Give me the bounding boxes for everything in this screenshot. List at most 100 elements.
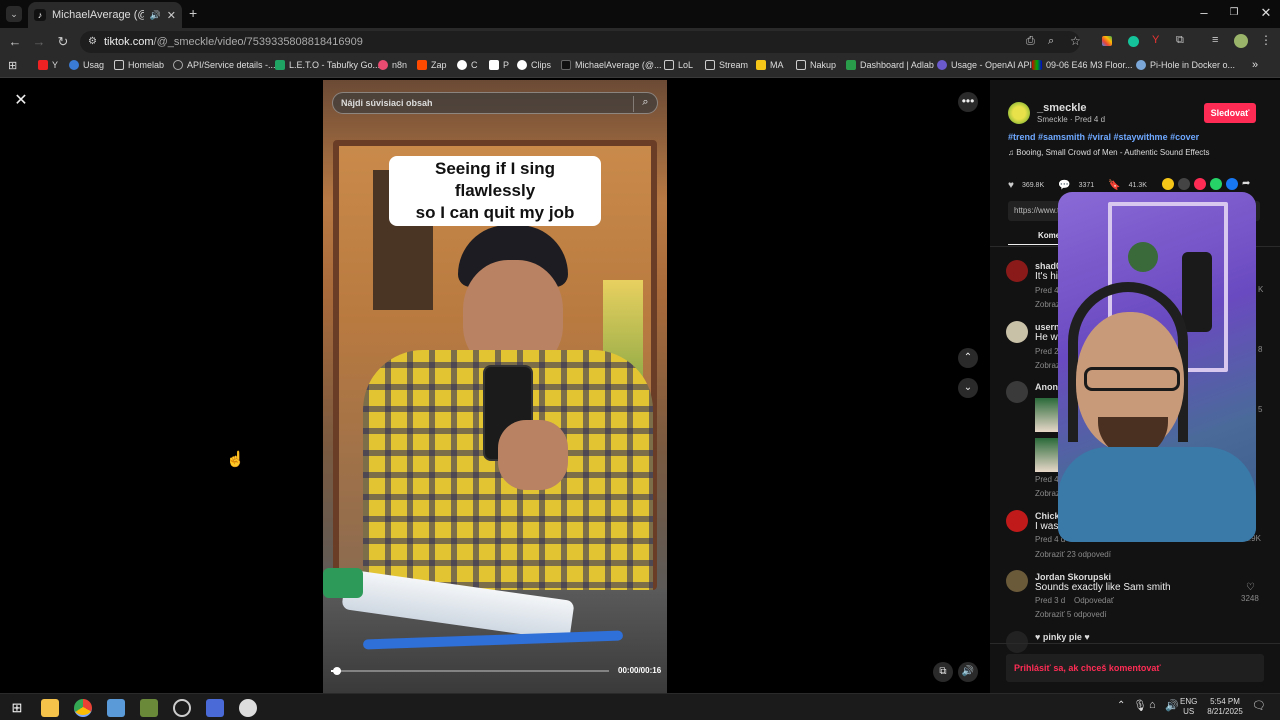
video-progress-knob[interactable] [332,667,341,675]
speaker-icon[interactable]: 🔊 [150,10,161,21]
app-icon[interactable] [173,699,191,717]
new-tab-button[interactable]: + [189,5,197,21]
install-icon[interactable]: ⎙ [1026,35,1035,48]
bookmark-leto[interactable]: L.E.T.O - Tabuľky Go... [275,60,380,70]
app-icon[interactable] [107,699,125,717]
share-arrow-icon[interactable]: ➦ [1242,178,1250,190]
view-replies[interactable]: Zobraz [1035,300,1060,309]
close-window-button[interactable]: ✕ [1256,5,1276,21]
app-icon[interactable] [140,699,158,717]
bookmark-clips[interactable]: Clips [517,60,551,70]
profile-avatar[interactable] [1234,34,1248,48]
like-heart-icon[interactable]: ♡ [1246,582,1255,593]
url-field[interactable]: ⚙ tiktok.com /@_smeckle/video/7539335808… [80,31,1081,53]
hashtags[interactable]: #trend #samsmith #viral #staywithme #cov… [1008,132,1199,142]
tray-chevron-icon[interactable]: ⌃ [1117,700,1125,711]
next-video-button[interactable]: ⌄ [958,378,978,398]
facebook-icon[interactable] [1226,178,1238,190]
view-replies[interactable]: Zobraziť 5 odpovedí [1035,610,1107,619]
coin-share-icon[interactable] [1162,178,1174,190]
login-to-comment-button[interactable]: Prihlásiť sa, ak chceš komentovať [1006,654,1264,682]
bookmark-e46[interactable]: 09-06 E46 M3 Floor... [1032,60,1133,70]
search-icon[interactable]: ⌕ [633,96,657,112]
restore-button[interactable]: ❐ [1224,7,1244,18]
view-replies[interactable]: Zobraz [1035,361,1060,370]
browser-menu-icon[interactable]: ⋮ [1260,33,1272,47]
pip-icon[interactable]: ⧉ [933,662,953,682]
bookmark-usag[interactable]: Usag [69,60,104,70]
avatar[interactable] [1006,510,1028,532]
bookmark-y[interactable]: Y [38,60,58,70]
follow-button[interactable]: Sledovať [1204,103,1256,123]
bookmark-c[interactable]: C [457,60,478,70]
site-info-icon[interactable]: ⚙ [88,36,97,47]
notifications-icon[interactable]: 🗨 [1252,699,1266,712]
comment-author[interactable]: ♥ pinky pie ♥ [1035,632,1090,642]
whatsapp-icon[interactable] [1210,178,1222,190]
volume-icon[interactable]: 🔊 [958,662,978,682]
bookmark-icon[interactable]: 🔖 [1108,180,1120,191]
embed-icon[interactable] [1178,178,1190,190]
media-icon[interactable]: ≡ [1212,34,1218,46]
avatar[interactable] [1006,260,1028,282]
author-username[interactable]: _smeckle [1037,102,1087,114]
more-bookmarks-icon[interactable]: » [1252,59,1258,71]
calculator-icon[interactable] [206,699,224,717]
microphone-icon[interactable]: 🎙 [1133,699,1147,712]
heart-icon[interactable]: ♥ [1008,180,1014,191]
sound-row[interactable]: ♫ Booing, Small Crowd of Men - Authentic… [1008,148,1210,157]
clock[interactable]: 5:54 PM 8/21/2025 [1204,697,1246,717]
bookmark-dashboard-adlab[interactable]: Dashboard | Adlab [846,60,934,70]
avatar[interactable] [1006,631,1028,653]
bookmark-openai-usage[interactable]: Usage - OpenAI API [937,60,1032,70]
bookmark-api[interactable]: API/Service details -... [173,60,276,70]
avatar[interactable] [1006,321,1028,343]
bookmark-homelab[interactable]: Homelab [114,60,164,70]
apps-grid-icon[interactable]: ⊞ [8,59,17,72]
reload-button[interactable]: ↻ [54,34,72,50]
view-replies[interactable]: Zobraziť 23 odpovedí [1035,550,1111,559]
author-avatar[interactable] [1008,102,1030,124]
send-icon[interactable] [1194,178,1206,190]
bookmark-n8n[interactable]: n8n [378,60,407,70]
extension-y-icon[interactable]: Y [1152,34,1159,46]
bookmark-p[interactable]: P [489,60,509,70]
network-icon[interactable]: ⌂ [1149,699,1156,711]
reply-button[interactable]: Odpovedať [1074,596,1114,605]
related-search-input[interactable]: Nájdi súvisiaci obsah ⌕ [332,92,658,114]
bookmark-michaelaverage[interactable]: MichaelAverage (@... [561,60,662,70]
file-explorer-icon[interactable] [41,699,59,717]
comment-author[interactable]: Jordan Skorupski [1035,572,1111,582]
close-tab-icon[interactable]: ✕ [167,9,182,22]
extensions-puzzle-icon[interactable]: ⧉ [1176,34,1184,47]
bookmark-nakup[interactable]: Nakup [796,60,836,70]
app-icon[interactable] [239,699,257,717]
zoom-icon[interactable]: ⌕ [1048,35,1054,48]
avatar[interactable] [1006,381,1028,403]
speaker-icon[interactable]: 🔊 [1165,699,1179,712]
browser-tab[interactable]: ♪ MichaelAverage (@proste... 🔊 ✕ [28,2,182,28]
bookmark-star-icon[interactable]: ☆ [1070,34,1081,48]
bookmark-lol[interactable]: LoL [664,60,693,70]
tab-search-button[interactable]: ⌄ [6,6,22,22]
video-progress-track[interactable] [331,667,609,675]
bookmark-ma[interactable]: MA [756,60,784,70]
close-icon[interactable]: ✕ [12,92,30,110]
forward-button[interactable]: → [30,34,48,49]
previous-video-button[interactable]: ⌃ [958,348,978,368]
view-replies[interactable]: Zobraz [1035,489,1060,498]
extension-icon[interactable] [1102,36,1112,46]
minimize-button[interactable]: – [1194,5,1214,20]
tab-comments[interactable]: Kome [1038,231,1060,240]
windows-start-icon[interactable]: ⊞ [8,699,26,717]
bookmark-pihole[interactable]: Pi-Hole in Docker o... [1136,60,1235,70]
chrome-icon[interactable] [74,699,92,717]
bookmark-zap[interactable]: Zap [417,60,447,70]
more-options-icon[interactable]: ••• [958,92,978,112]
avatar[interactable] [1006,570,1028,592]
bookmark-stream[interactable]: Stream [705,60,748,70]
language-indicator[interactable]: ENG US [1180,697,1197,717]
comment-icon[interactable]: 💬 [1058,180,1070,191]
back-button[interactable]: ← [6,34,24,49]
grammarly-icon[interactable] [1128,36,1139,47]
